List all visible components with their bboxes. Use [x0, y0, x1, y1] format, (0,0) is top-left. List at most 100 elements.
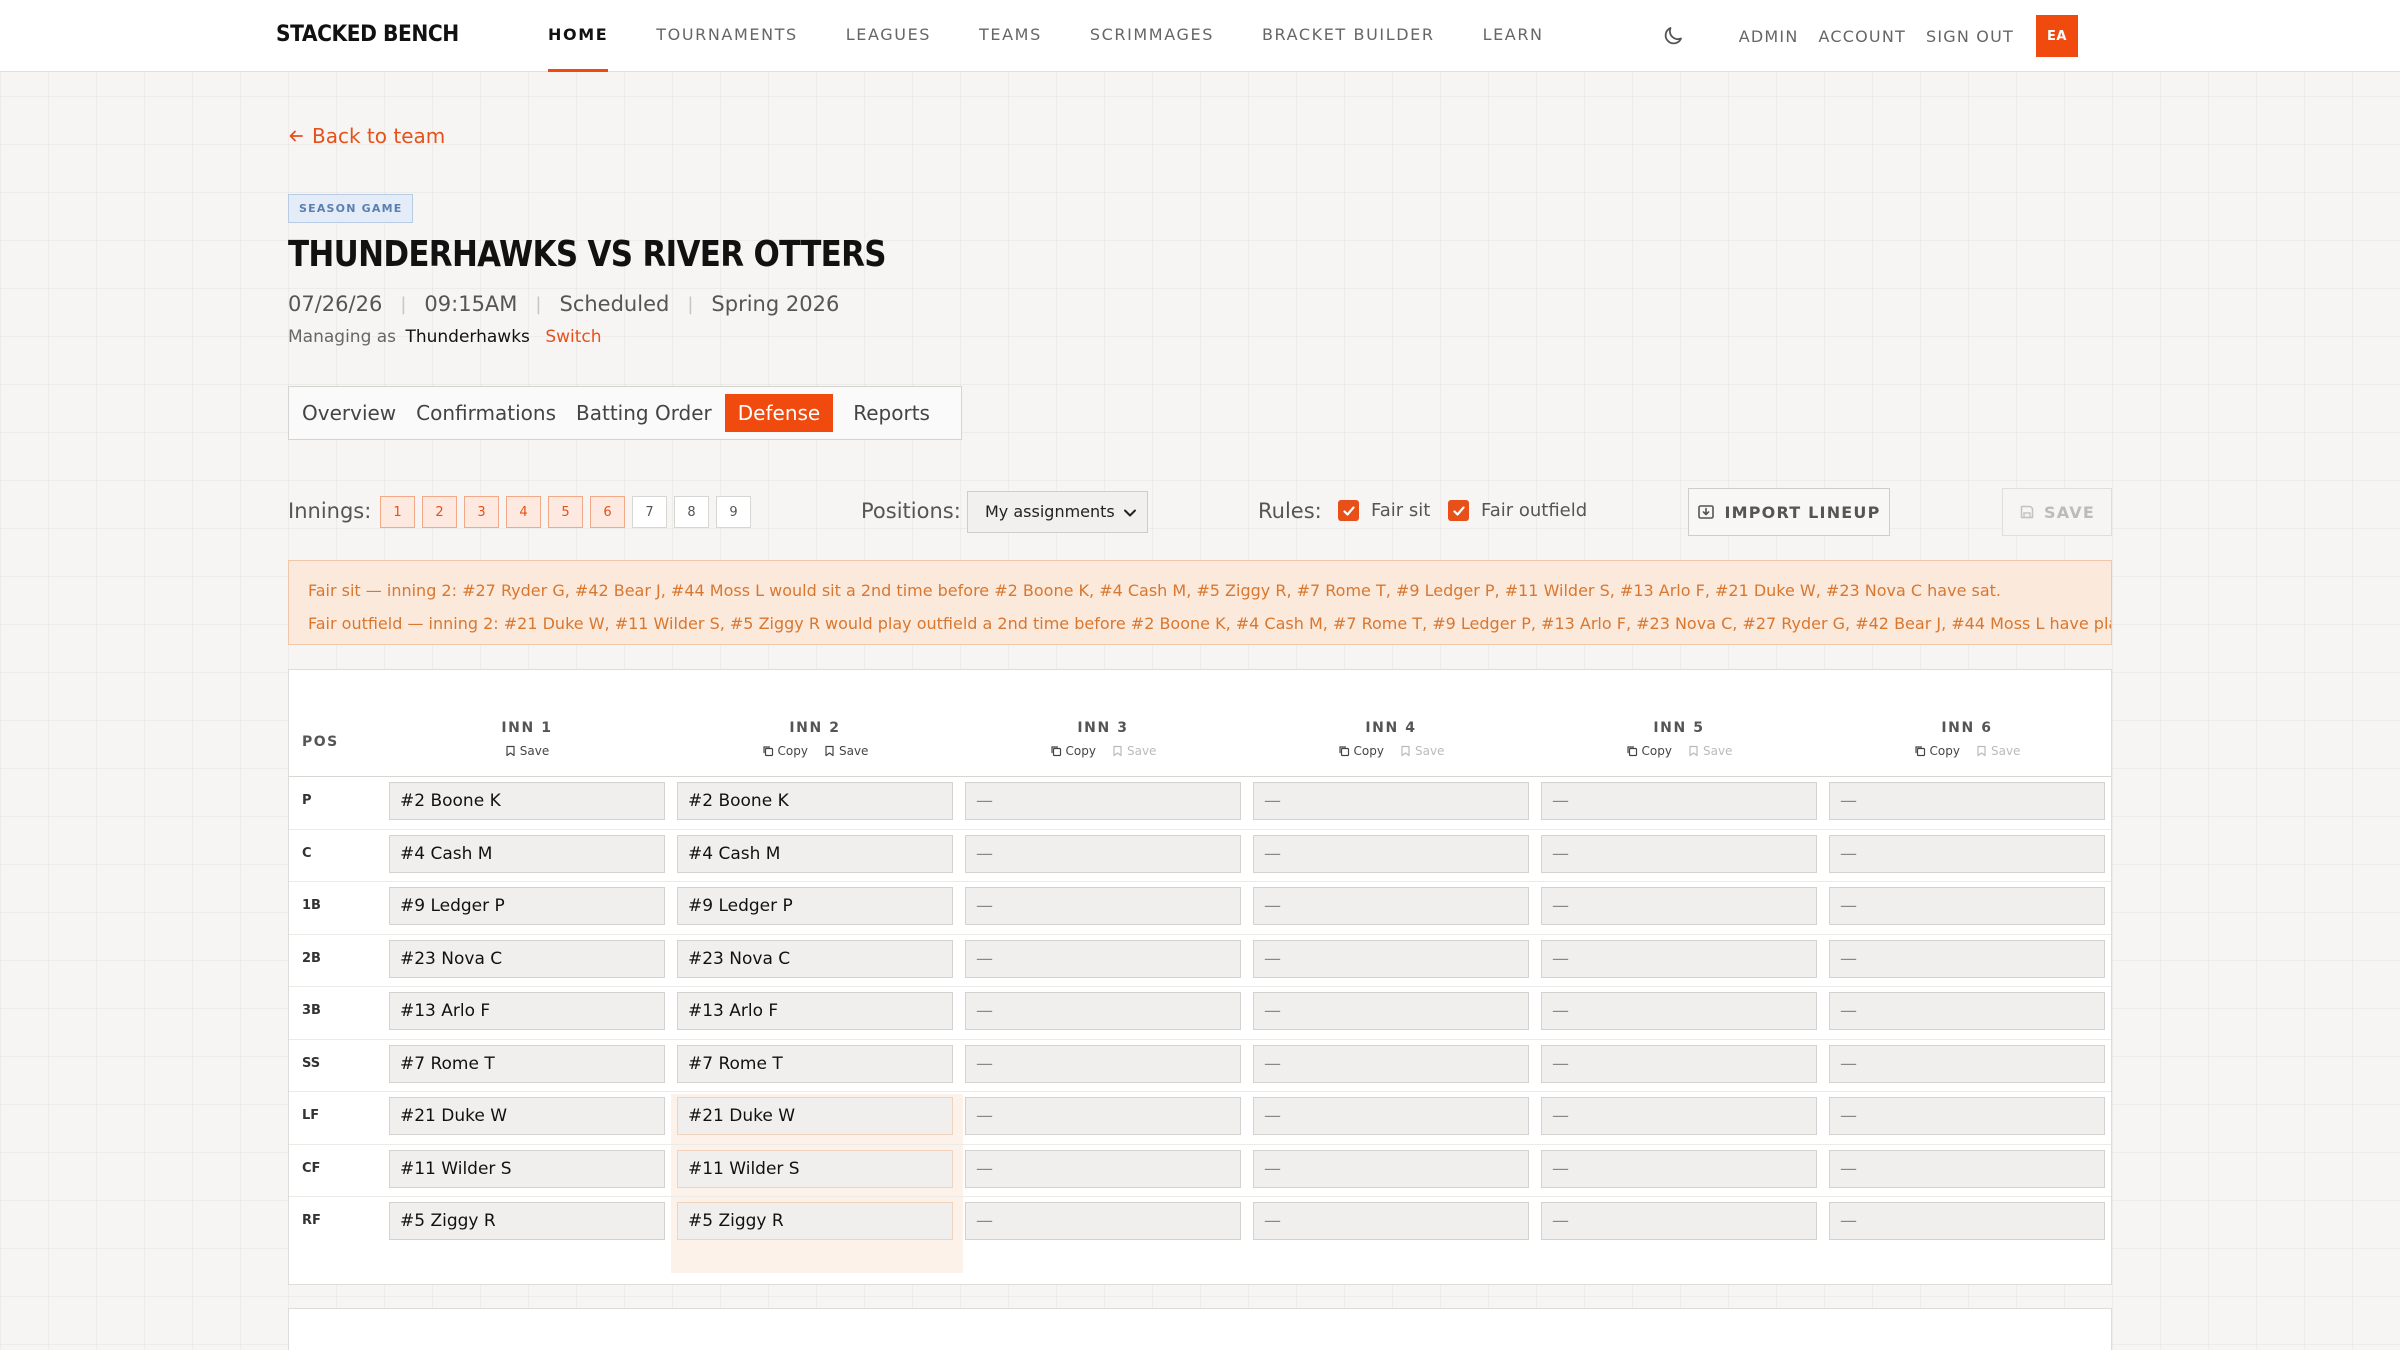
back-to-team-link[interactable]: Back to team [288, 124, 445, 148]
fair-sit-checkbox[interactable]: Fair sit [1338, 500, 1430, 521]
assignment-cell[interactable]: — [965, 1044, 1241, 1083]
assignment-cell[interactable]: — [1829, 992, 2105, 1030]
assignment-cell[interactable]: — [1541, 887, 1817, 925]
nav-home[interactable]: HOME [548, 0, 609, 72]
assignment-cell[interactable]: — [1541, 939, 1817, 978]
assignment-cell[interactable]: #13 Arlo F [677, 992, 953, 1030]
assignment-cell[interactable]: — [1829, 834, 2105, 873]
assignment-cell[interactable]: — [1829, 782, 2105, 820]
nav-leagues[interactable]: LEAGUES [846, 0, 931, 72]
assignment-cell[interactable]: #5 Ziggy R [389, 1202, 665, 1240]
assignment-cell[interactable]: — [1541, 1149, 1817, 1188]
assignment-cell[interactable]: — [1541, 1097, 1817, 1135]
inning-toggle-2[interactable]: 2 [422, 496, 457, 528]
nav-scrimmages[interactable]: SCRIMMAGES [1090, 0, 1214, 72]
assignment-cell[interactable]: — [1541, 1044, 1817, 1083]
fair-outfield-checkbox[interactable]: Fair outfield [1448, 500, 1587, 521]
save-inning-button[interactable]: Save [1976, 744, 2020, 758]
assignment-cell[interactable]: — [1829, 1149, 2105, 1188]
assignment-cell[interactable]: — [965, 1149, 1241, 1188]
assignment-cell[interactable]: — [1253, 887, 1529, 925]
save-button[interactable]: SAVE [2002, 488, 2112, 536]
bookmark-icon [1400, 745, 1411, 757]
assignment-cell[interactable]: #9 Ledger P [389, 887, 665, 925]
assignment-cell[interactable]: #21 Duke W [389, 1097, 665, 1135]
nav-admin[interactable]: ADMIN [1739, 27, 1799, 46]
save-inning-button[interactable]: Save [1112, 744, 1156, 758]
tab-confirmations[interactable]: Confirmations [409, 394, 563, 432]
tab-defense[interactable]: Defense [724, 394, 834, 432]
assignment-cell[interactable]: #9 Ledger P [677, 887, 953, 925]
assignment-cell[interactable]: — [1253, 1149, 1529, 1188]
assignment-cell[interactable]: — [1253, 1044, 1529, 1083]
assignment-cell[interactable]: #2 Boone K [677, 782, 953, 820]
inning-toggle-1[interactable]: 1 [380, 496, 415, 528]
tab-batting-order[interactable]: Batting Order [569, 394, 719, 432]
inning-toggle-8[interactable]: 8 [674, 496, 709, 528]
tab-reports[interactable]: Reports [846, 394, 937, 432]
assignment-cell[interactable]: — [1253, 834, 1529, 873]
assignment-cell[interactable]: — [1829, 1202, 2105, 1240]
assignment-cell[interactable]: #4 Cash M [389, 834, 665, 873]
assignment-cell[interactable]: — [965, 834, 1241, 873]
switch-team-link[interactable]: Switch [545, 327, 601, 347]
assignment-cell[interactable]: #2 Boone K [389, 782, 665, 820]
assignment-cell[interactable]: #7 Rome T [389, 1044, 665, 1083]
save-inning-button[interactable]: Save [1688, 744, 1732, 758]
assignment-cell[interactable]: — [1541, 1202, 1817, 1240]
assignment-cell[interactable]: — [1541, 782, 1817, 820]
save-inning-button[interactable]: Save [505, 744, 549, 758]
copy-inning-button[interactable]: Copy [1050, 744, 1096, 758]
copy-inning-button[interactable]: Copy [1626, 744, 1672, 758]
assignment-cell[interactable]: — [1253, 782, 1529, 820]
copy-inning-button[interactable]: Copy [1914, 744, 1960, 758]
assignment-cell[interactable]: — [1829, 1044, 2105, 1083]
assignment-cell[interactable]: — [965, 1097, 1241, 1135]
assignment-cell[interactable]: — [1829, 887, 2105, 925]
assignment-cell[interactable]: #11 Wilder S [389, 1149, 665, 1188]
inning-toggle-7[interactable]: 7 [632, 496, 667, 528]
assignment-cell[interactable]: — [965, 782, 1241, 820]
import-lineup-button[interactable]: IMPORT LINEUP [1688, 488, 1890, 536]
avatar[interactable]: EA [2036, 15, 2078, 57]
assignment-cell[interactable]: — [965, 887, 1241, 925]
nav-tournaments[interactable]: TOURNAMENTS [656, 0, 798, 72]
dark-mode-toggle-icon[interactable] [1661, 24, 1685, 48]
assignment-cell[interactable]: #11 Wilder S [677, 1149, 953, 1188]
nav-learn[interactable]: LEARN [1483, 0, 1544, 72]
save-inning-button[interactable]: Save [1400, 744, 1444, 758]
positions-select[interactable]: My assignments [967, 491, 1148, 533]
nav-bracket-builder[interactable]: BRACKET BUILDER [1262, 0, 1435, 72]
nav-account[interactable]: ACCOUNT [1819, 27, 1906, 46]
assignment-cell[interactable]: — [965, 939, 1241, 978]
inning-toggle-5[interactable]: 5 [548, 496, 583, 528]
assignment-cell[interactable]: — [1253, 992, 1529, 1030]
inning-toggle-3[interactable]: 3 [464, 496, 499, 528]
assignment-cell[interactable]: — [1829, 1097, 2105, 1135]
assignment-cell[interactable]: — [1829, 939, 2105, 978]
assignment-cell[interactable]: — [965, 992, 1241, 1030]
assignment-cell[interactable]: #23 Nova C [389, 939, 665, 978]
assignment-cell[interactable]: #5 Ziggy R [677, 1202, 953, 1240]
nav-teams[interactable]: TEAMS [979, 0, 1042, 72]
nav-sign-out[interactable]: SIGN OUT [1926, 27, 2014, 46]
copy-inning-button[interactable]: Copy [1338, 744, 1384, 758]
assignment-cell[interactable]: — [1541, 992, 1817, 1030]
copy-inning-button[interactable]: Copy [762, 744, 808, 758]
tab-overview[interactable]: Overview [295, 394, 403, 432]
assignment-cell[interactable]: #21 Duke W [677, 1097, 953, 1135]
inning-toggle-6[interactable]: 6 [590, 496, 625, 528]
assignment-cell[interactable]: #7 Rome T [677, 1044, 953, 1083]
assignment-cell[interactable]: — [1253, 1202, 1529, 1240]
assignment-cell[interactable]: #13 Arlo F [389, 992, 665, 1030]
assignment-cell[interactable]: #4 Cash M [677, 834, 953, 873]
inning-toggle-9[interactable]: 9 [716, 496, 751, 528]
assignment-cell[interactable]: — [1253, 939, 1529, 978]
assignment-cell[interactable]: — [1541, 834, 1817, 873]
inning-toggle-4[interactable]: 4 [506, 496, 541, 528]
brand-logo[interactable]: STACKED BENCH [276, 22, 459, 47]
assignment-cell[interactable]: — [965, 1202, 1241, 1240]
assignment-cell[interactable]: #23 Nova C [677, 939, 953, 978]
assignment-cell[interactable]: — [1253, 1097, 1529, 1135]
save-inning-button[interactable]: Save [824, 744, 868, 758]
